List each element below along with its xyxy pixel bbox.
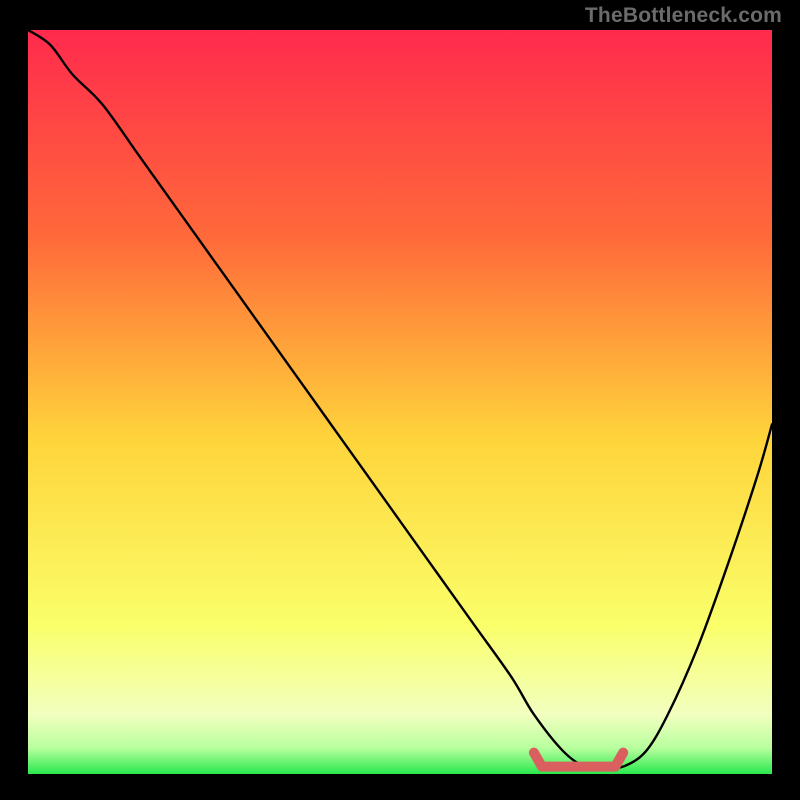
gradient-background <box>28 30 772 774</box>
chart-svg <box>28 30 772 774</box>
watermark-label: TheBottleneck.com <box>585 4 782 28</box>
chart-frame: TheBottleneck.com <box>0 0 800 800</box>
plot-area <box>28 30 772 774</box>
